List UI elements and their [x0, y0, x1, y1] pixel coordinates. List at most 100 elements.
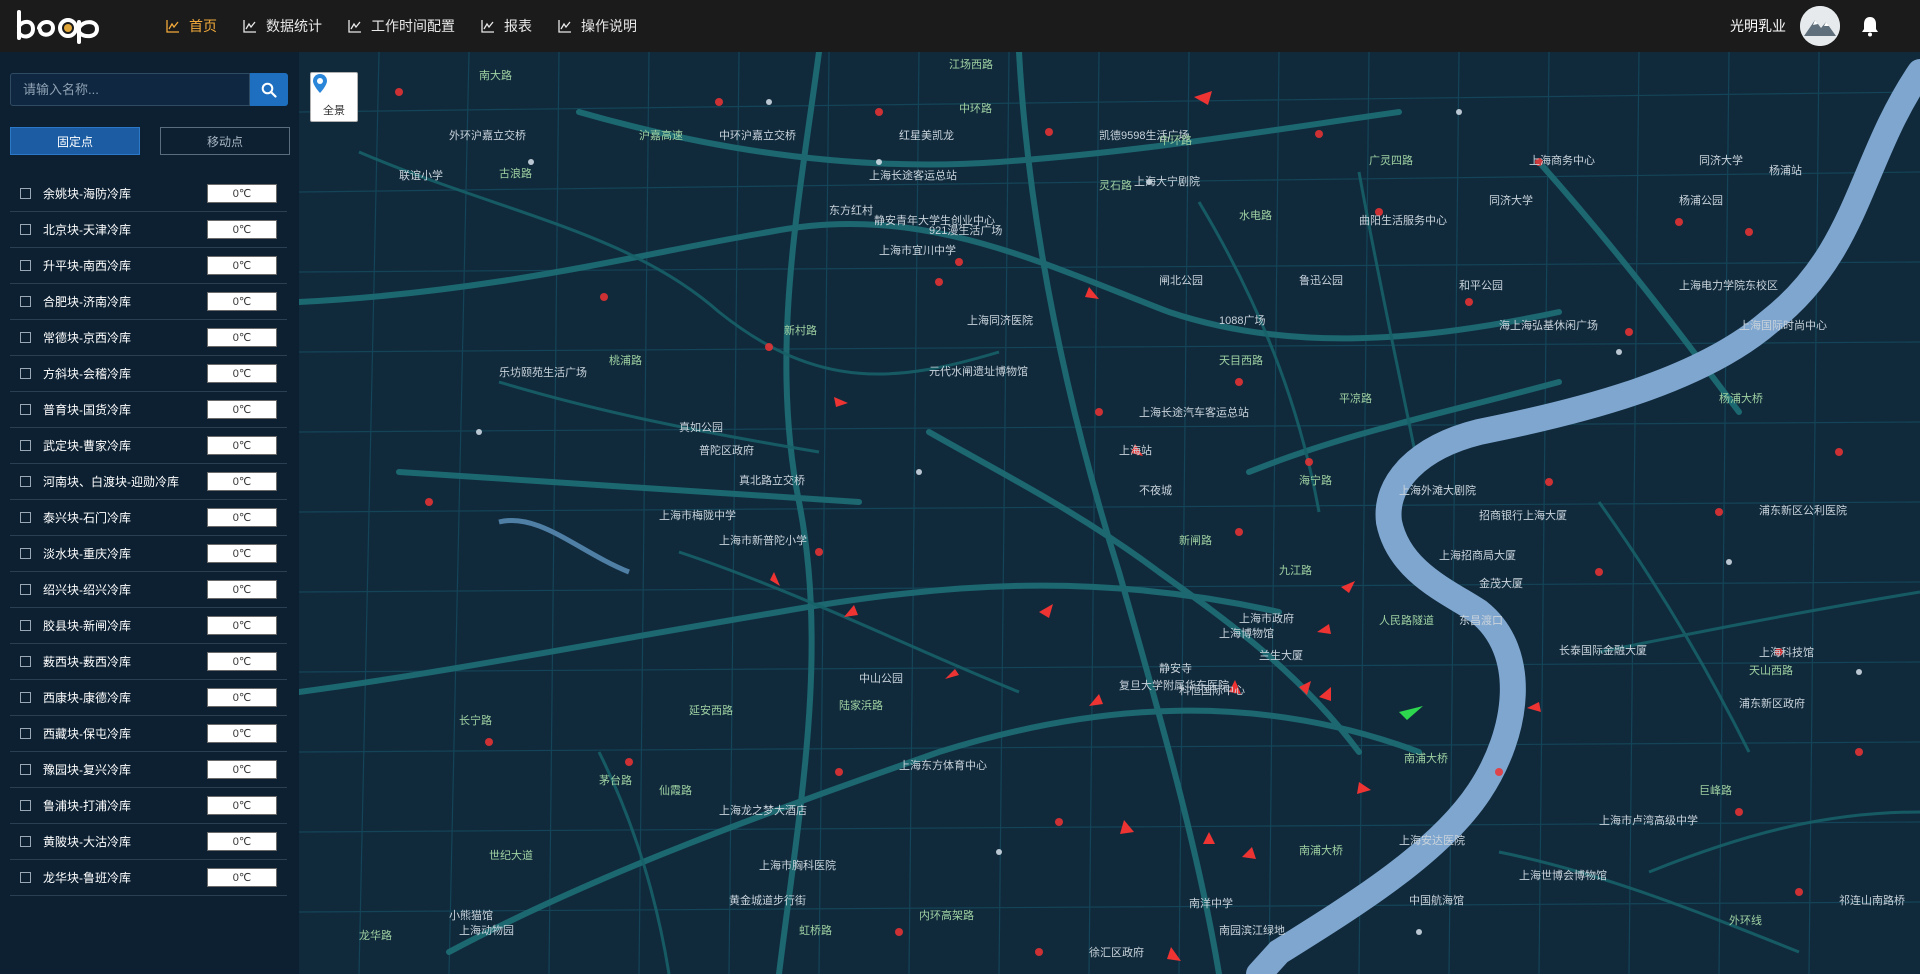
item-checkbox[interactable]: [20, 584, 31, 595]
overview-button[interactable]: 全景: [310, 72, 358, 122]
temperature-value: 0℃: [207, 868, 277, 887]
item-checkbox[interactable]: [20, 260, 31, 271]
cold-storage-item[interactable]: 龙华块-鲁班冷库 0℃: [10, 860, 287, 896]
cold-storage-item[interactable]: 武定块-曹家冷库 0℃: [10, 428, 287, 464]
cold-storage-item[interactable]: 合肥块-济南冷库 0℃: [10, 284, 287, 320]
nav-worktime-config-label: 工作时间配置: [371, 18, 455, 34]
map-road-label: 新村路: [784, 325, 817, 337]
map-poi-label: 上海市宜川中学: [879, 245, 956, 257]
item-checkbox[interactable]: [20, 224, 31, 235]
nav-worktime-config[interactable]: 工作时间配置: [348, 16, 455, 36]
search-input[interactable]: [10, 73, 250, 106]
item-checkbox[interactable]: [20, 728, 31, 739]
map-poi-label: 上海长途客运总站: [869, 170, 957, 182]
item-checkbox[interactable]: [20, 368, 31, 379]
nav-instructions[interactable]: 操作说明: [558, 16, 637, 36]
map-poi-label: 上海龙之梦大酒店: [719, 805, 807, 817]
map-poi-label: 上海大宁剧院: [1134, 176, 1200, 188]
item-checkbox[interactable]: [20, 548, 31, 559]
user-name[interactable]: 光明乳业: [1730, 16, 1786, 36]
item-label: 河南块、白渡块-迎勋冷库: [43, 475, 179, 489]
brand-logo[interactable]: [8, 0, 108, 52]
tab-fixed-points[interactable]: 固定点: [10, 127, 140, 155]
item-checkbox[interactable]: [20, 296, 31, 307]
cold-storage-item[interactable]: 余姚块-海防冷库 0℃: [10, 176, 287, 212]
nav-home[interactable]: 首页: [166, 16, 217, 36]
cold-storage-item[interactable]: 西康块-康德冷库 0℃: [10, 680, 287, 716]
cold-storage-item[interactable]: 普育块-国货冷库 0℃: [10, 392, 287, 428]
map-poi-label: 中环沪嘉立交桥: [719, 130, 796, 142]
cold-storage-item[interactable]: 薮西块-薮西冷库 0℃: [10, 644, 287, 680]
cold-storage-item[interactable]: 方斜块-会稽冷库 0℃: [10, 356, 287, 392]
cold-storage-item[interactable]: 绍兴块-绍兴冷库 0℃: [10, 572, 287, 608]
temperature-value: 0℃: [207, 796, 277, 815]
item-checkbox[interactable]: [20, 188, 31, 199]
item-checkbox[interactable]: [20, 872, 31, 883]
item-checkbox[interactable]: [20, 692, 31, 703]
temperature-value: 0℃: [207, 616, 277, 635]
cold-storage-item[interactable]: 北京块-天津冷库 0℃: [10, 212, 287, 248]
item-label: 泰兴块-石门冷库: [43, 511, 131, 525]
item-checkbox[interactable]: [20, 800, 31, 811]
cold-storage-item[interactable]: 黄陂块-大沽冷库 0℃: [10, 824, 287, 860]
item-checkbox[interactable]: [20, 404, 31, 415]
item-label: 方斜块-会稽冷库: [43, 367, 131, 381]
cold-storage-item[interactable]: 西藏块-保屯冷库 0℃: [10, 716, 287, 752]
map-poi-label: 上海外滩大剧院: [1399, 485, 1476, 497]
cold-storage-item[interactable]: 河南块、白渡块-迎勋冷库 0℃: [10, 464, 287, 500]
cold-storage-item[interactable]: 胶县块-新闸冷库 0℃: [10, 608, 287, 644]
nav-reports[interactable]: 报表: [481, 16, 532, 36]
item-checkbox[interactable]: [20, 332, 31, 343]
map-poi-label: 元代水闸遗址博物馆: [929, 366, 1028, 378]
map-road-label: 人民路隧道: [1379, 615, 1434, 627]
cold-storage-item[interactable]: 常德块-京西冷库 0℃: [10, 320, 287, 356]
temperature-value: 0℃: [207, 760, 277, 779]
item-label: 西康块-康德冷库: [43, 691, 131, 705]
temperature-value: 0℃: [207, 688, 277, 707]
nav-statistics[interactable]: 数据统计: [243, 16, 322, 36]
map-road-label: 江场西路: [949, 59, 993, 71]
map-road-label: 世纪大道: [489, 850, 533, 862]
item-label: 绍兴块-绍兴冷库: [43, 583, 131, 597]
map-view[interactable]: 全景 南大路 江场西路 中环路 外环沪嘉立交桥 沪嘉高速 中环沪嘉立交桥 古浪路 联谊小学 上海…: [299, 52, 1920, 974]
map-road-label: 内环高架路: [919, 910, 974, 922]
item-label: 升平块-南西冷库: [43, 259, 131, 273]
map-road-label: 广灵四路: [1369, 155, 1413, 167]
map-poi-label: 杨浦公园: [1679, 195, 1723, 207]
item-checkbox[interactable]: [20, 620, 31, 631]
map-poi-label: 真北路立交桥: [739, 475, 805, 487]
avatar[interactable]: [1800, 6, 1840, 46]
map-road-label: 南浦大桥: [1404, 753, 1448, 765]
map-poi-label: 同济大学: [1489, 195, 1533, 207]
item-checkbox[interactable]: [20, 836, 31, 847]
cold-storage-list: 余姚块-海防冷库 0℃ 北京块-天津冷库 0℃ 升平块-南西冷库 0℃ 合肥块-济南冷库 0℃…: [10, 176, 287, 896]
temperature-value: 0℃: [207, 508, 277, 527]
cold-storage-item[interactable]: 淡水块-重庆冷库 0℃: [10, 536, 287, 572]
map-road-label: 海宁路: [1299, 475, 1332, 487]
map-road-label: 杨浦大桥: [1719, 393, 1763, 405]
map-poi-label: 闸北公园: [1159, 275, 1203, 287]
map-poi-label: 静安寺: [1159, 663, 1192, 675]
item-checkbox[interactable]: [20, 764, 31, 775]
cold-storage-item[interactable]: 鲁浦块-打浦冷库 0℃: [10, 788, 287, 824]
cold-storage-item[interactable]: 豫园块-复兴冷库 0℃: [10, 752, 287, 788]
bell-icon[interactable]: [1860, 15, 1880, 37]
tab-mobile-points[interactable]: 移动点: [160, 127, 290, 155]
item-checkbox[interactable]: [20, 440, 31, 451]
cold-storage-item[interactable]: 泰兴块-石门冷库 0℃: [10, 500, 287, 536]
location-pin-icon: [313, 74, 327, 93]
item-label: 普育块-国货冷库: [43, 403, 131, 417]
avatar-image: [1800, 6, 1840, 46]
item-checkbox[interactable]: [20, 512, 31, 523]
nav-instructions-label: 操作说明: [581, 18, 637, 34]
item-label: 薮西块-薮西冷库: [43, 655, 131, 669]
top-bar: 首页 数据统计 工作时间配置 报表 操作说明 光明乳业: [0, 0, 1920, 52]
search-button[interactable]: [250, 73, 288, 106]
item-checkbox[interactable]: [20, 656, 31, 667]
map-poi-label: 上海站: [1119, 445, 1152, 457]
map-poi-label: 上海国际时尚中心: [1739, 320, 1827, 332]
cold-storage-item[interactable]: 升平块-南西冷库 0℃: [10, 248, 287, 284]
map-poi-label: 东方红村: [829, 205, 873, 217]
map-poi-label: 上海市卢湾高级中学: [1599, 815, 1698, 827]
item-checkbox[interactable]: [20, 476, 31, 487]
